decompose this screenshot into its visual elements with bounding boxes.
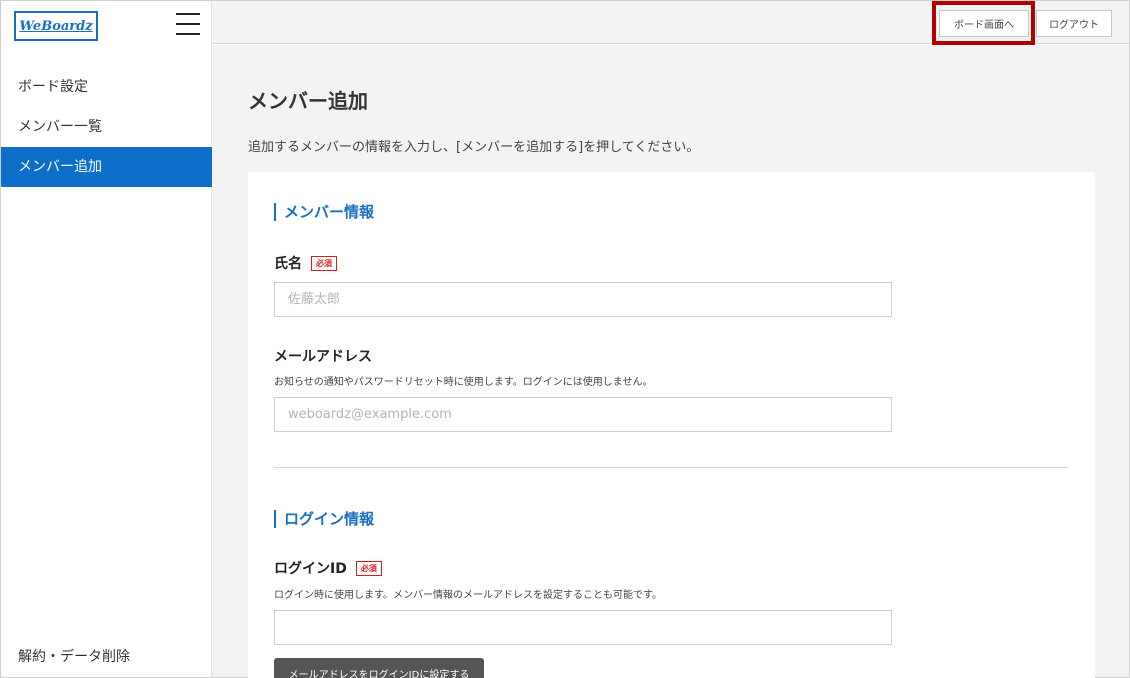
app-logo[interactable]: WeBoardz <box>14 11 98 41</box>
required-badge: 必須 <box>355 560 382 576</box>
email-field-label: メールアドレス <box>274 349 372 365</box>
login-id-field-note: ログイン時に使用します。メンバー情報のメールアドレスを設定することも可能です。 <box>274 590 662 601</box>
name-field-label: 氏名 必須 <box>274 253 337 273</box>
name-label-text: 氏名 <box>274 256 302 272</box>
sidebar-item-cancel-delete-data[interactable]: 解約・データ削除 <box>18 646 130 666</box>
page-description: 追加するメンバーの情報を入力し、[メンバーを追加する]を押してください。 <box>248 140 700 155</box>
login-id-input[interactable] <box>274 610 892 645</box>
go-to-board-button[interactable]: ボード画面へ <box>939 10 1029 37</box>
form-card: メンバー情報 氏名 必須 メールアドレス お知らせの通知やパスワードリセット時に… <box>248 172 1095 678</box>
main-content: メンバー追加 追加するメンバーの情報を入力し、[メンバーを追加する]を押してくだ… <box>212 45 1129 678</box>
top-bar: ボード画面へ ログアウト <box>212 1 1129 44</box>
sidebar-nav: ボード設定 メンバー一覧 メンバー追加 <box>1 67 212 187</box>
email-input[interactable] <box>274 397 892 432</box>
page-title: メンバー追加 <box>248 89 368 113</box>
sidebar-item-member-list[interactable]: メンバー一覧 <box>1 107 212 147</box>
section-divider <box>274 467 1069 468</box>
sidebar-item-board-settings[interactable]: ボード設定 <box>1 67 212 107</box>
required-badge: 必須 <box>311 255 337 271</box>
email-field-note: お知らせの通知やパスワードリセット時に使用します。ログインには使用しません。 <box>274 377 653 388</box>
hamburger-icon[interactable] <box>176 13 200 35</box>
login-id-field-label: ログインID 必須 <box>274 558 382 578</box>
logout-button[interactable]: ログアウト <box>1036 10 1112 37</box>
section-title-member-info: メンバー情報 <box>274 203 374 221</box>
sidebar: WeBoardz ボード設定 メンバー一覧 メンバー追加 解約・データ削除 <box>1 1 212 677</box>
sidebar-item-add-member[interactable]: メンバー追加 <box>1 147 212 187</box>
login-id-label-text: ログインID <box>274 561 347 577</box>
set-email-as-login-id-button[interactable]: メールアドレスをログインIDに設定する <box>274 658 484 678</box>
section-title-login-info: ログイン情報 <box>274 510 374 528</box>
name-input[interactable] <box>274 282 892 317</box>
